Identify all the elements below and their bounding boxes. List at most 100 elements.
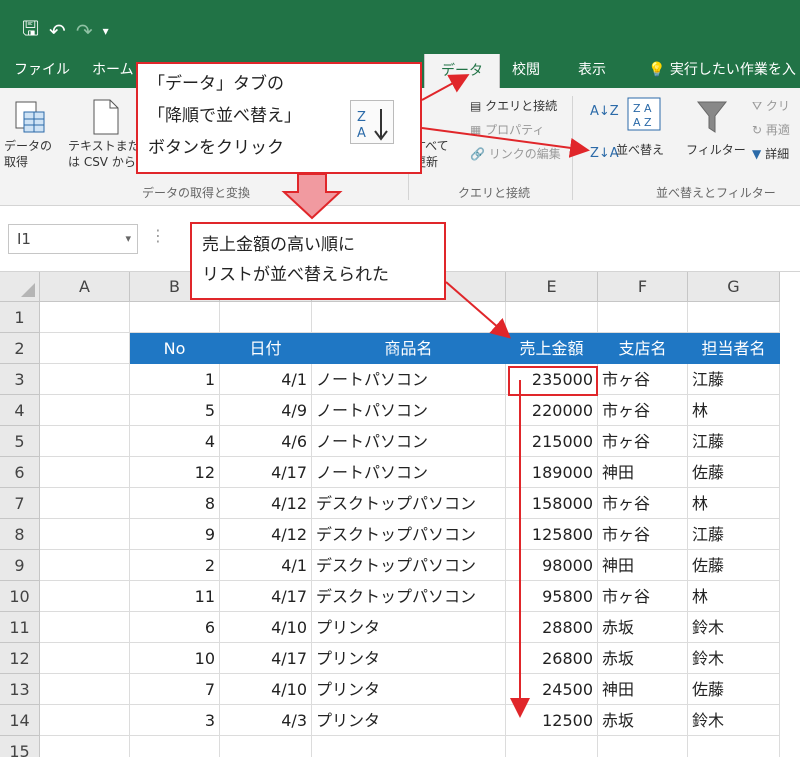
table-cell[interactable]: 2 [130, 550, 220, 581]
table-cell[interactable]: 市ヶ谷 [598, 426, 688, 457]
cell[interactable] [40, 333, 130, 364]
table-cell[interactable]: 4/10 [220, 674, 312, 705]
table-cell[interactable]: 4/10 [220, 612, 312, 643]
table-cell[interactable]: 4/1 [220, 550, 312, 581]
tab-view[interactable]: 表示 [578, 52, 606, 88]
table-header-cell[interactable]: No [130, 333, 220, 364]
table-cell[interactable]: 佐藤 [688, 457, 780, 488]
table-cell[interactable]: 158000 [506, 488, 598, 519]
tab-file[interactable]: ファイル [14, 52, 70, 88]
table-cell[interactable]: 市ヶ谷 [598, 395, 688, 426]
table-cell[interactable]: プリンタ [312, 643, 506, 674]
name-box[interactable]: I1 ▾ [8, 224, 138, 254]
table-cell[interactable]: 林 [688, 488, 780, 519]
table-cell[interactable]: 11 [130, 581, 220, 612]
table-cell[interactable]: 8 [130, 488, 220, 519]
table-cell[interactable]: 6 [130, 612, 220, 643]
table-cell[interactable]: ノートパソコン [312, 426, 506, 457]
chevron-down-icon[interactable]: ▾ [125, 225, 131, 253]
table-cell[interactable]: 4/17 [220, 457, 312, 488]
cell[interactable] [688, 736, 780, 757]
get-data-icon[interactable] [12, 96, 48, 138]
table-cell[interactable]: プリンタ [312, 612, 506, 643]
cell[interactable] [130, 302, 220, 333]
cell[interactable] [40, 736, 130, 757]
table-cell[interactable]: 神田 [598, 550, 688, 581]
cell[interactable] [130, 736, 220, 757]
cell[interactable] [688, 302, 780, 333]
table-cell[interactable]: 28800 [506, 612, 598, 643]
filter-icon[interactable] [694, 96, 730, 138]
table-header-cell[interactable]: 日付 [220, 333, 312, 364]
sort-button[interactable]: 並べ替え [616, 142, 664, 158]
table-cell[interactable]: ノートパソコン [312, 364, 506, 395]
table-cell[interactable]: 鈴木 [688, 705, 780, 736]
table-cell[interactable]: 4/17 [220, 581, 312, 612]
table-cell[interactable]: 江藤 [688, 426, 780, 457]
table-cell[interactable]: 市ヶ谷 [598, 581, 688, 612]
table-header-cell[interactable]: 支店名 [598, 333, 688, 364]
row-header-1[interactable]: 1 [0, 302, 40, 333]
edit-links-button[interactable]: 🔗 リンクの編集 [470, 146, 561, 162]
table-cell[interactable]: 220000 [506, 395, 598, 426]
cell[interactable] [40, 705, 130, 736]
cell[interactable] [40, 643, 130, 674]
table-cell[interactable]: 赤坂 [598, 643, 688, 674]
row-header-4[interactable]: 4 [0, 395, 40, 426]
select-all-corner[interactable] [0, 272, 40, 302]
table-cell[interactable]: 189000 [506, 457, 598, 488]
table-cell[interactable]: 市ヶ谷 [598, 488, 688, 519]
queries-connections-button[interactable]: ▤ クエリと接続 [470, 98, 557, 114]
tab-home[interactable]: ホーム [92, 52, 134, 88]
column-header-e[interactable]: E [506, 272, 598, 302]
save-icon[interactable]: 🖫 [22, 14, 39, 48]
column-header-a[interactable]: A [40, 272, 130, 302]
tell-me-search[interactable]: 💡 実行したい作業を入 [648, 52, 796, 88]
row-header-2[interactable]: 2 [0, 333, 40, 364]
cell[interactable] [40, 550, 130, 581]
table-cell[interactable]: 12500 [506, 705, 598, 736]
table-cell[interactable]: 4/17 [220, 643, 312, 674]
table-cell[interactable]: 215000 [506, 426, 598, 457]
table-cell[interactable]: 9 [130, 519, 220, 550]
reapply-filter-button[interactable]: ↻ 再適 [752, 122, 790, 138]
table-cell[interactable]: 4/6 [220, 426, 312, 457]
cell[interactable] [40, 302, 130, 333]
table-cell[interactable]: 12 [130, 457, 220, 488]
table-cell[interactable]: 佐藤 [688, 550, 780, 581]
table-cell[interactable]: 鈴木 [688, 612, 780, 643]
cell[interactable] [506, 736, 598, 757]
table-cell[interactable]: 4/12 [220, 519, 312, 550]
row-header-6[interactable]: 6 [0, 457, 40, 488]
table-cell[interactable]: 林 [688, 395, 780, 426]
table-cell[interactable]: 赤坂 [598, 705, 688, 736]
cell[interactable] [312, 302, 506, 333]
table-cell[interactable]: 林 [688, 581, 780, 612]
table-cell[interactable]: デスクトップパソコン [312, 581, 506, 612]
row-header-12[interactable]: 12 [0, 643, 40, 674]
table-cell[interactable]: 4/9 [220, 395, 312, 426]
table-cell[interactable]: 江藤 [688, 364, 780, 395]
clear-filter-button[interactable]: ⛛ クリ [752, 98, 790, 114]
table-cell[interactable]: 95800 [506, 581, 598, 612]
cell[interactable] [40, 364, 130, 395]
table-cell[interactable]: 5 [130, 395, 220, 426]
cell[interactable] [312, 736, 506, 757]
cell[interactable] [598, 736, 688, 757]
csv-file-icon[interactable] [88, 96, 124, 138]
cell[interactable] [40, 457, 130, 488]
table-cell[interactable]: 赤坂 [598, 612, 688, 643]
row-header-14[interactable]: 14 [0, 705, 40, 736]
table-cell[interactable]: 4/3 [220, 705, 312, 736]
table-cell[interactable]: 市ヶ谷 [598, 519, 688, 550]
tab-review[interactable]: 校閲 [512, 52, 540, 88]
table-cell[interactable]: 7 [130, 674, 220, 705]
cell[interactable] [40, 674, 130, 705]
table-cell[interactable]: 市ヶ谷 [598, 364, 688, 395]
table-cell[interactable]: プリンタ [312, 674, 506, 705]
table-header-cell[interactable]: 担当者名 [688, 333, 780, 364]
from-csv-button[interactable]: テキストまた は CSV から [68, 138, 140, 170]
table-cell[interactable]: 鈴木 [688, 643, 780, 674]
column-header-g[interactable]: G [688, 272, 780, 302]
tab-data[interactable]: データ [424, 54, 500, 88]
